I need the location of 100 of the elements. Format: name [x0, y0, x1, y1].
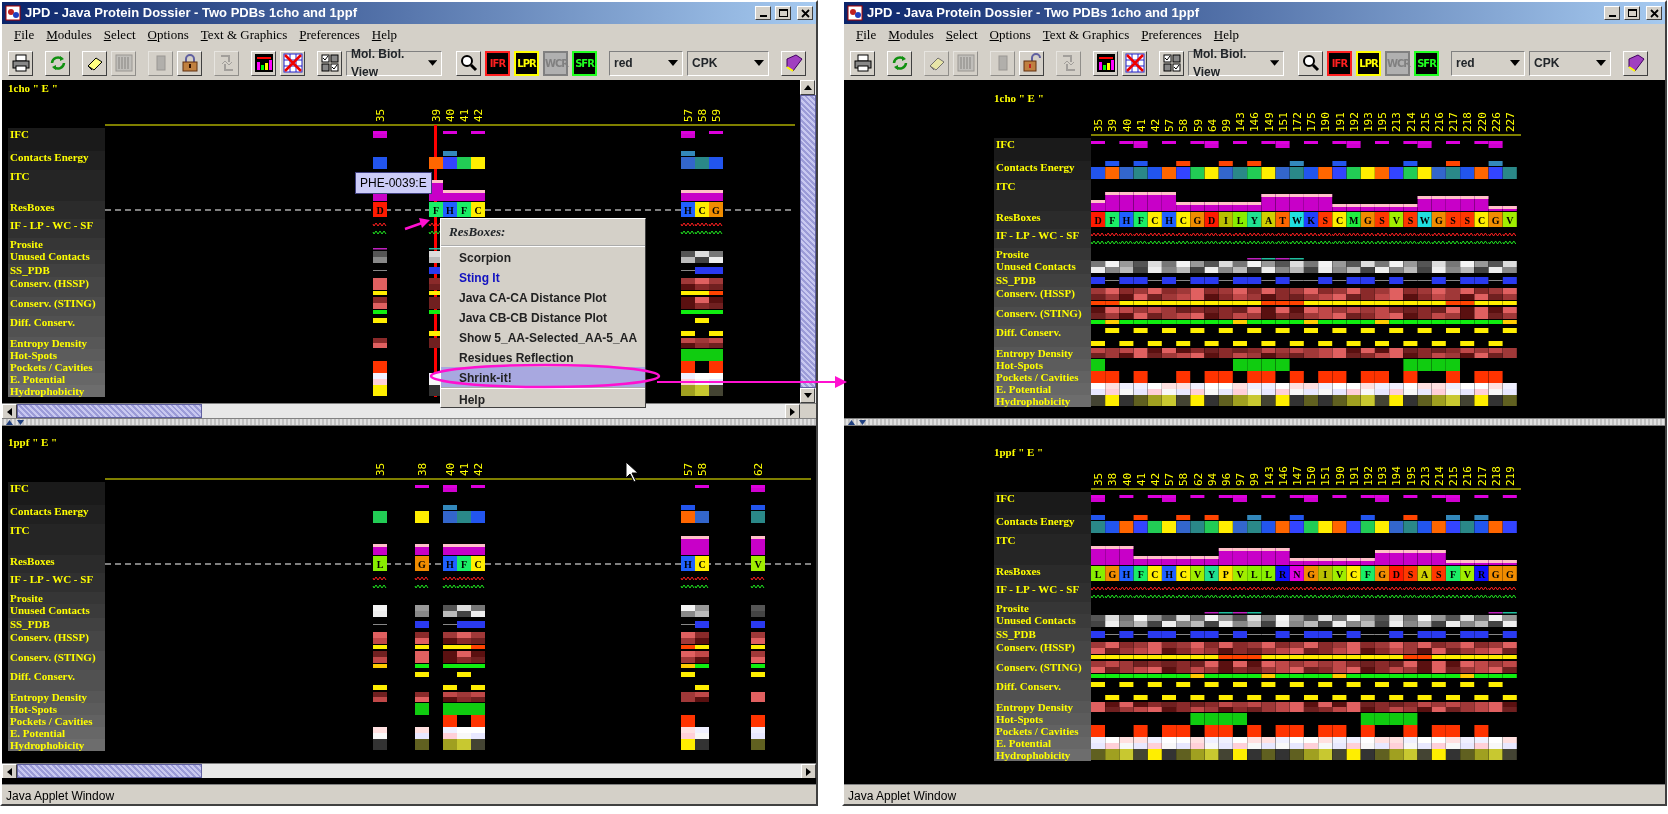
residue-tile[interactable]: F: [1105, 212, 1120, 227]
residue-tile[interactable]: C: [695, 202, 709, 217]
residue-tile[interactable]: G: [1304, 566, 1318, 581]
menu-item[interactable]: Preferences: [293, 25, 366, 45]
menu-item[interactable]: File: [850, 25, 883, 45]
residue-tile[interactable]: L: [1247, 566, 1262, 581]
color-select[interactable]: red: [609, 50, 683, 76]
residue-tile[interactable]: V: [751, 556, 765, 571]
residue-tile[interactable]: L: [373, 556, 387, 571]
style-select[interactable]: CPK: [687, 50, 769, 76]
mode-toggle-button[interactable]: LPR: [1356, 50, 1381, 76]
toolbar-button[interactable]: [1093, 50, 1118, 76]
toolbar-button[interactable]: [1298, 50, 1323, 76]
residue-tile[interactable]: G: [1488, 212, 1503, 227]
residue-tile[interactable]: H: [443, 556, 457, 571]
residue-tile[interactable]: H: [1119, 212, 1134, 227]
residue-tile[interactable]: H: [681, 202, 695, 217]
residue-tile[interactable]: G: [1190, 212, 1205, 227]
mode-toggle-button[interactable]: IFR: [1327, 50, 1352, 76]
residue-tile[interactable]: V: [1233, 566, 1247, 581]
menu-item[interactable]: Scorpion: [441, 246, 645, 267]
view-select[interactable]: Mol. Biol. View: [1188, 50, 1284, 76]
menu-item[interactable]: Options: [141, 25, 195, 45]
menu-item[interactable]: Sting It: [441, 266, 645, 287]
residue-tile[interactable]: S: [1446, 212, 1460, 227]
toolbar-button[interactable]: [280, 50, 305, 76]
menu-item[interactable]: Preferences: [1135, 25, 1208, 45]
residue-tile[interactable]: F: [1446, 566, 1460, 581]
menu-item[interactable]: Java CA-CA Distance Plot: [441, 286, 645, 307]
menu-item[interactable]: Options: [983, 25, 1037, 45]
residue-tile[interactable]: A: [1417, 566, 1432, 581]
menu-item[interactable]: Help: [365, 25, 404, 45]
toolbar-button[interactable]: [317, 50, 342, 76]
residue-tile[interactable]: C: [1474, 212, 1489, 227]
residue-tile[interactable]: C: [1176, 212, 1191, 227]
residue-tile[interactable]: W: [1417, 212, 1432, 227]
residue-tile[interactable]: D: [1204, 212, 1219, 227]
residue-tile[interactable]: S: [1403, 566, 1418, 581]
residue-tile[interactable]: T: [1275, 212, 1290, 227]
residue-tile[interactable]: F: [1133, 212, 1148, 227]
residue-tile[interactable]: C: [1346, 566, 1361, 581]
residue-tile[interactable]: G: [1105, 566, 1120, 581]
mode-toggle-button[interactable]: IFR: [485, 50, 510, 76]
residue-tile[interactable]: V: [1190, 566, 1205, 581]
residue-tile[interactable]: F: [1133, 566, 1148, 581]
residue-tile[interactable]: D: [1091, 212, 1105, 227]
menu-item[interactable]: Show 5_AA-Selected_AA-5_AA: [441, 326, 645, 347]
residue-tile[interactable]: S: [1460, 212, 1475, 227]
residue-tile[interactable]: V: [1460, 566, 1475, 581]
toolbar-button[interactable]: [1623, 50, 1648, 76]
menu-item[interactable]: Modules: [40, 25, 98, 45]
residue-tile[interactable]: H: [1162, 212, 1176, 227]
residue-tile[interactable]: C: [695, 556, 709, 571]
residue-tile[interactable]: V: [1332, 566, 1347, 581]
residue-tile[interactable]: S: [1375, 212, 1389, 227]
mode-toggle-button[interactable]: SFR: [572, 50, 597, 76]
minimize-button[interactable]: [755, 6, 771, 20]
toolbar-button[interactable]: [781, 50, 806, 76]
toolbar-button[interactable]: [1122, 50, 1147, 76]
residue-tile[interactable]: M: [1346, 212, 1361, 227]
residue-tile[interactable]: H: [443, 202, 457, 217]
toolbar-button[interactable]: [251, 50, 276, 76]
residue-tile[interactable]: G: [415, 556, 429, 571]
toolbar-button[interactable]: [850, 50, 875, 76]
mode-toggle-button[interactable]: LPR: [514, 50, 539, 76]
residue-tile[interactable]: L: [1261, 566, 1276, 581]
residue-tile[interactable]: C: [471, 202, 485, 217]
residue-tile[interactable]: F: [457, 556, 471, 571]
residue-tile[interactable]: H: [1119, 566, 1134, 581]
close-button[interactable]: [797, 6, 813, 20]
toolbar-button[interactable]: [8, 50, 33, 76]
residue-tile[interactable]: G: [709, 202, 723, 217]
maximize-button[interactable]: [775, 6, 791, 20]
residue-tile[interactable]: D: [373, 202, 387, 217]
toolbar-button[interactable]: [1019, 50, 1044, 76]
toolbar-button[interactable]: [45, 50, 70, 76]
menu-item[interactable]: Modules: [882, 25, 940, 45]
residue-tile[interactable]: A: [1261, 212, 1276, 227]
residue-tile[interactable]: G: [1375, 566, 1389, 581]
menu-item[interactable]: Text & Graphics: [194, 25, 294, 45]
minimize-button[interactable]: [1604, 6, 1620, 20]
menu-item[interactable]: Help: [1207, 25, 1246, 45]
residue-tile[interactable]: H: [1162, 566, 1176, 581]
residue-tile[interactable]: S: [1318, 212, 1333, 227]
menu-item[interactable]: Text & Graphics: [1036, 25, 1136, 45]
toolbar-button[interactable]: [1159, 50, 1184, 76]
toolbar-button[interactable]: [82, 50, 107, 76]
residue-tile[interactable]: L: [1233, 212, 1247, 227]
residue-tile[interactable]: C: [471, 556, 485, 571]
menu-item[interactable]: Residues Reflection: [441, 346, 645, 367]
residue-tile[interactable]: F: [457, 202, 471, 217]
residue-tile[interactable]: F: [429, 202, 443, 217]
residue-tile[interactable]: V: [1389, 212, 1404, 227]
residue-tile[interactable]: Y: [1204, 566, 1219, 581]
residue-tile[interactable]: C: [1176, 566, 1191, 581]
toolbar-button[interactable]: [177, 50, 202, 76]
style-select[interactable]: CPK: [1529, 50, 1611, 76]
menu-item[interactable]: Select: [939, 25, 984, 45]
menu-item[interactable]: Help: [441, 386, 645, 407]
menu-item[interactable]: File: [8, 25, 41, 45]
